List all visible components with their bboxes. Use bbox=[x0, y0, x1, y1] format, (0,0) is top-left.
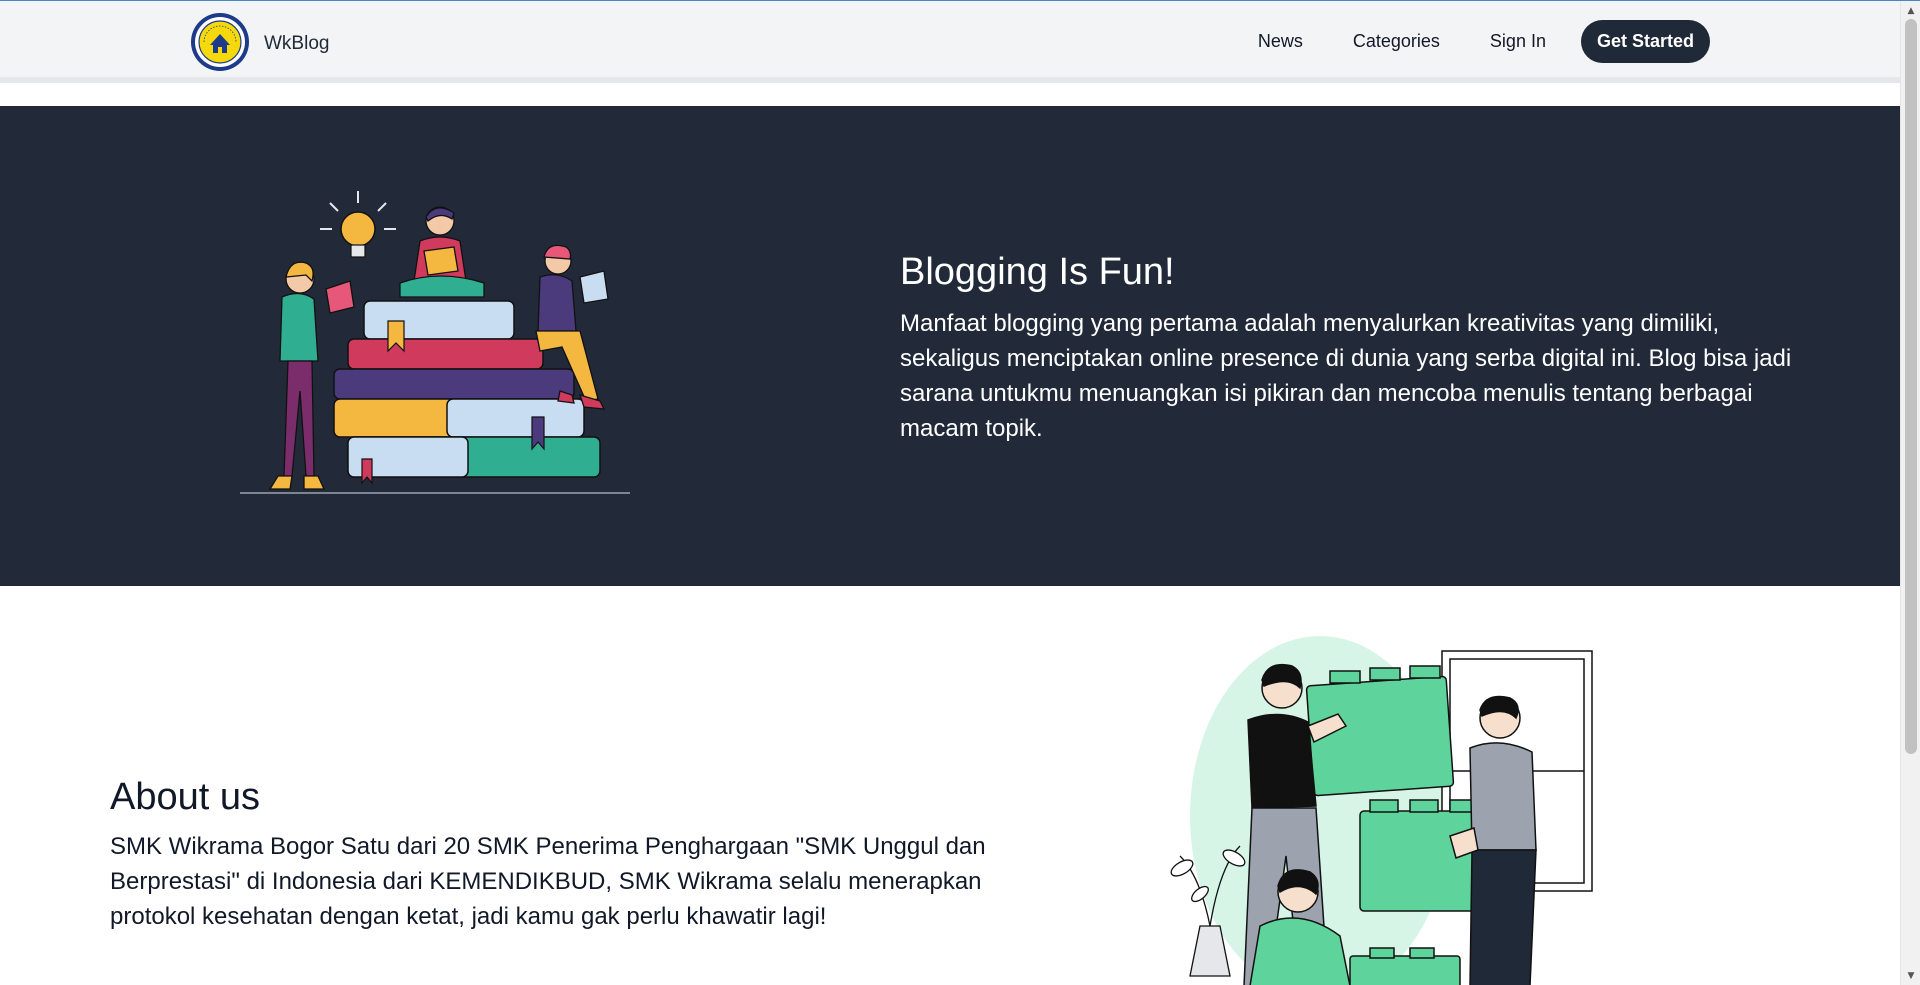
hero-section: Blogging Is Fun! Manfaat blogging yang p… bbox=[0, 106, 1900, 586]
page: WkBlog News Categories Sign In Get Start… bbox=[0, 0, 1920, 985]
nav-sign-in-link[interactable]: Sign In bbox=[1465, 21, 1571, 62]
team-building-blocks-illustration bbox=[1170, 636, 1593, 985]
hero-text-block: Blogging Is Fun! Manfaat blogging yang p… bbox=[900, 251, 1800, 446]
scroll-up-arrow-icon[interactable]: ▲ bbox=[1901, 3, 1920, 19]
brand-link[interactable]: WkBlog bbox=[190, 12, 329, 72]
scrollbar-thumb[interactable] bbox=[1905, 19, 1917, 754]
nav-news-link[interactable]: News bbox=[1233, 21, 1328, 62]
lightbulb-icon bbox=[320, 191, 396, 258]
about-description: SMK Wikrama Bogor Satu dari 20 SMK Pener… bbox=[110, 833, 986, 930]
hero-title: Blogging Is Fun! bbox=[900, 251, 1175, 293]
navbar: WkBlog News Categories Sign In Get Start… bbox=[0, 1, 1900, 83]
about-title: About us bbox=[110, 776, 260, 818]
vertical-scrollbar[interactable]: ▲ ▼ bbox=[1900, 1, 1920, 985]
nav-categories-link[interactable]: Categories bbox=[1328, 21, 1465, 62]
get-started-button[interactable]: Get Started bbox=[1580, 20, 1710, 63]
about-text-block: About us SMK Wikrama Bogor Satu dari 20 … bbox=[110, 776, 1030, 934]
brand-name: WkBlog bbox=[264, 33, 330, 54]
about-section: About us SMK Wikrama Bogor Satu dari 20 … bbox=[0, 586, 1900, 985]
smk-wikrama-logo-icon bbox=[191, 13, 249, 71]
scroll-down-arrow-icon[interactable]: ▼ bbox=[1901, 968, 1920, 984]
hero-description: Manfaat blogging yang pertama adalah men… bbox=[900, 310, 1792, 442]
people-reading-books-illustration bbox=[240, 191, 630, 494]
main-nav: News Categories Sign In Get Started bbox=[1233, 20, 1710, 63]
